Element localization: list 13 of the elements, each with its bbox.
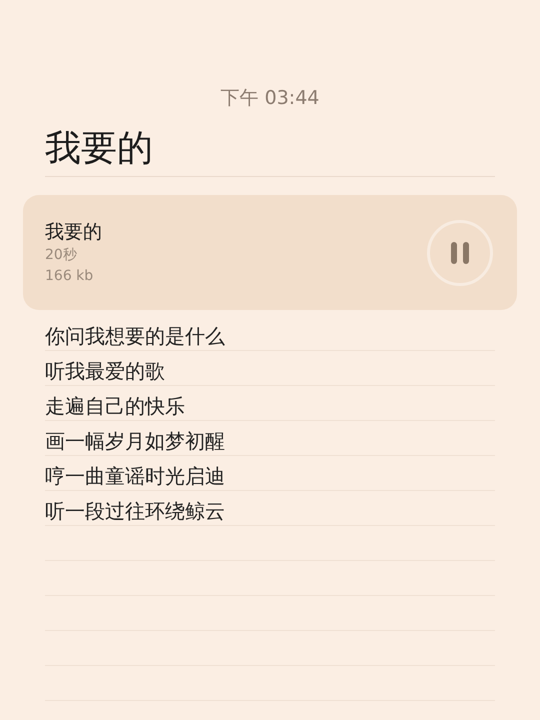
note-line: 哼一曲童谣时光启迪 [45,463,225,489]
audio-name: 我要的 [45,220,102,244]
audio-card[interactable]: 我要的 20秒 166 kb [23,195,517,310]
note-line: 画一幅岁月如梦初醒 [45,428,225,454]
audio-duration: 20秒 [45,246,77,264]
note-timestamp: 下午 03:44 [220,86,320,111]
note-line: 走遍自己的快乐 [45,393,185,419]
note-line: 听一段过往环绕鲸云 [45,498,225,524]
note-line: 听我最爱的歌 [45,358,165,384]
note-line: 你问我想要的是什么 [45,323,225,349]
note-title[interactable]: 我要的 [45,126,153,172]
pause-icon [449,240,471,264]
audio-size: 166 kb [45,266,94,286]
